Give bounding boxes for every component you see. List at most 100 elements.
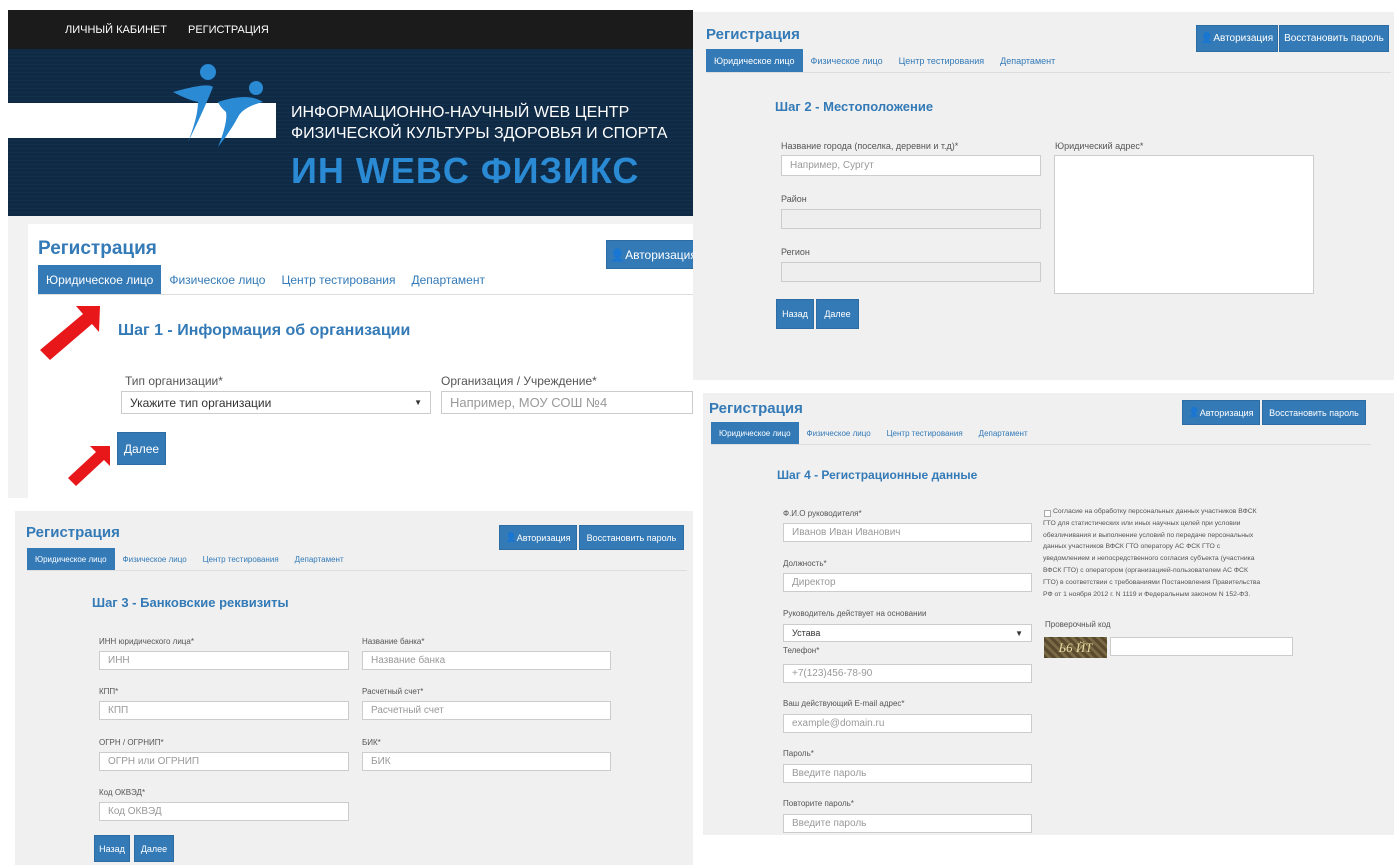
phone-label: Телефон* bbox=[783, 646, 820, 655]
city-input[interactable]: Например, Сургут bbox=[781, 155, 1041, 176]
consent-line: уведомлением и непосредственного согласи… bbox=[1043, 555, 1255, 563]
region-input[interactable] bbox=[781, 262, 1041, 282]
okved-input[interactable]: Код ОКВЭД bbox=[99, 802, 349, 821]
restore-password-button[interactable]: Восстановить пароль bbox=[1279, 25, 1389, 52]
address-label: Юридический адрес* bbox=[1055, 141, 1144, 151]
password-input[interactable]: Введите пароль bbox=[783, 764, 1032, 783]
tab-legal[interactable]: Юридическое лицо bbox=[38, 265, 162, 294]
ogrn-input[interactable]: ОГРН или ОГРНИП bbox=[99, 752, 349, 771]
tab-department[interactable]: Департамент bbox=[403, 265, 492, 294]
auth-button-label: Авторизация bbox=[1199, 407, 1254, 418]
bik-input[interactable]: БИК bbox=[362, 752, 611, 771]
step1-heading: Шаг 1 - Информация об организации bbox=[118, 322, 411, 339]
tabs: Юридическое лицо Физическое лицо Центр т… bbox=[706, 49, 1391, 73]
banner-brand: ИН WEBC ФИЗИКС bbox=[291, 150, 640, 191]
consent-line: ГТО) в соответствии с требованиями Поста… bbox=[1043, 578, 1261, 586]
okved-label: Код ОКВЭД* bbox=[99, 788, 146, 797]
org-label: Организация / Учреждение* bbox=[441, 374, 597, 388]
password-label: Пароль* bbox=[783, 749, 814, 758]
ogrn-label: ОГРН / ОГРНИП* bbox=[99, 738, 164, 747]
restore-password-button[interactable]: Восстановить пароль bbox=[1262, 400, 1366, 425]
tab-individual[interactable]: Физическое лицо bbox=[161, 265, 273, 294]
tab-legal[interactable]: Юридическое лицо bbox=[27, 548, 115, 570]
consent-line: ВФСК ГТО) с оператором (организацией-пол… bbox=[1043, 566, 1248, 574]
panel-step1: ЛИЧНЫЙ КАБИНЕТ РЕГИСТРАЦИЯ ИНФОРМАЦИОННО… bbox=[8, 10, 693, 498]
bik-label: БИК* bbox=[362, 738, 381, 747]
org-type-label: Тип организации* bbox=[125, 374, 223, 388]
auth-button[interactable]: 👤 Авторизация bbox=[1196, 25, 1278, 52]
bank-input[interactable]: Название банка bbox=[362, 651, 611, 670]
email-label: Ваш действующий E-mail адрес* bbox=[783, 699, 905, 708]
consent-line: данных участников ВФСК ГТО оператору АС … bbox=[1043, 543, 1221, 551]
restore-password-button[interactable]: Восстановить пароль bbox=[579, 525, 684, 550]
page-title: Регистрация bbox=[709, 400, 803, 417]
fio-label: Ф.И.О руководителя* bbox=[783, 509, 862, 518]
tab-individual[interactable]: Физическое лицо bbox=[115, 548, 195, 570]
position-label: Должность* bbox=[783, 559, 827, 568]
tab-testing-center[interactable]: Центр тестирования bbox=[195, 548, 287, 570]
next-button[interactable]: Далее bbox=[816, 299, 859, 329]
next-button[interactable]: Далее bbox=[117, 432, 166, 465]
auth-button-label: Авторизация bbox=[516, 532, 571, 543]
kpp-input[interactable]: КПП bbox=[99, 701, 349, 720]
banner-line2: ФИЗИЧЕСКОЙ КУЛЬТУРЫ ЗДОРОВЬЯ И СПОРТА bbox=[291, 125, 668, 142]
tab-individual[interactable]: Физическое лицо bbox=[803, 49, 891, 72]
inn-label: ИНН юридического лица* bbox=[99, 637, 194, 646]
tab-individual[interactable]: Физическое лицо bbox=[799, 422, 879, 444]
tab-testing-center[interactable]: Центр тестирования bbox=[879, 422, 971, 444]
step4-heading: Шаг 4 - Регистрационные данные bbox=[777, 468, 978, 482]
user-icon: 👤 bbox=[505, 532, 517, 542]
password-repeat-label: Повторите пароль* bbox=[783, 799, 854, 808]
email-input[interactable]: example@domain.ru bbox=[783, 714, 1032, 733]
tab-testing-center[interactable]: Центр тестирования bbox=[273, 265, 403, 294]
user-icon: 👤 bbox=[1200, 33, 1214, 44]
city-label: Название города (поселка, деревни и т.д)… bbox=[781, 141, 959, 151]
banner-line1: ИНФОРМАЦИОННО-НАУЧНЫЙ WEB ЦЕНТР bbox=[291, 104, 630, 121]
back-button[interactable]: Назад bbox=[94, 835, 130, 862]
auth-button-label: Авторизация bbox=[1213, 33, 1274, 44]
kpp-label: КПП* bbox=[99, 687, 119, 696]
caret-down-icon: ▼ bbox=[414, 398, 422, 407]
basis-label: Руководитель действует на основании bbox=[783, 609, 927, 618]
panel-step2: Регистрация 👤 Авторизация Восстановить па… bbox=[693, 12, 1394, 380]
org-type-select[interactable]: Укажите тип организации ▼ bbox=[121, 391, 431, 414]
inn-input[interactable]: ИНН bbox=[99, 651, 349, 670]
position-input[interactable]: Директор bbox=[783, 573, 1032, 592]
auth-button[interactable]: 👤 Авторизация bbox=[1182, 400, 1260, 425]
tabs: Юридическое лицо Физическое лицо Центр т… bbox=[711, 422, 1371, 445]
auth-button[interactable]: 👤 Авторизация bbox=[499, 525, 577, 550]
password-repeat-input[interactable]: Введите пароль bbox=[783, 814, 1032, 833]
auth-button[interactable]: 👤 Авторизация bbox=[606, 240, 693, 269]
auth-button-label: Авторизация bbox=[625, 247, 693, 262]
next-button[interactable]: Далее bbox=[134, 835, 174, 862]
consent-line: РФ от 1 ноября 2012 г. N 1119 и Федераль… bbox=[1043, 590, 1251, 598]
user-icon: 👤 bbox=[610, 247, 626, 262]
tab-department[interactable]: Департамент bbox=[992, 49, 1063, 72]
org-input[interactable]: Например, МОУ СОШ №4 bbox=[441, 391, 693, 414]
phone-input[interactable]: +7(123)456-78-90 bbox=[783, 664, 1032, 683]
tab-department[interactable]: Департамент bbox=[971, 422, 1036, 444]
basis-select[interactable]: Устава ▼ bbox=[783, 624, 1032, 642]
district-input[interactable] bbox=[781, 209, 1041, 229]
address-textarea[interactable] bbox=[1054, 155, 1314, 294]
tabs: Юридическое лицо Физическое лицо Центр т… bbox=[27, 548, 687, 571]
nav-item-cabinet[interactable]: ЛИЧНЫЙ КАБИНЕТ bbox=[65, 24, 167, 36]
back-button[interactable]: Назад bbox=[776, 299, 814, 329]
tab-testing-center[interactable]: Центр тестирования bbox=[891, 49, 993, 72]
captcha-label: Проверочный код bbox=[1045, 620, 1111, 629]
consent-line: обезличивания и выполнение условий по пе… bbox=[1043, 531, 1254, 539]
consent-line: ГТО для статистических или иных научных … bbox=[1043, 519, 1241, 527]
fio-input[interactable]: Иванов Иван Иванович bbox=[783, 523, 1032, 542]
panel-step4: Регистрация 👤 Авторизация Восстановить па… bbox=[703, 393, 1394, 835]
arrow-icon bbox=[68, 446, 110, 486]
caret-down-icon: ▼ bbox=[1015, 628, 1023, 638]
panel-step3: Регистрация 👤 Авторизация Восстановить па… bbox=[15, 511, 693, 865]
step2-heading: Шаг 2 - Местоположение bbox=[775, 99, 934, 114]
account-input[interactable]: Расчетный счет bbox=[362, 701, 611, 720]
tab-legal[interactable]: Юридическое лицо bbox=[706, 49, 803, 72]
tab-department[interactable]: Департамент bbox=[287, 548, 352, 570]
page-title: Регистрация bbox=[26, 524, 120, 541]
tab-legal[interactable]: Юридическое лицо bbox=[711, 422, 799, 444]
captcha-input[interactable] bbox=[1110, 637, 1293, 656]
nav-item-registration[interactable]: РЕГИСТРАЦИЯ bbox=[188, 24, 269, 36]
